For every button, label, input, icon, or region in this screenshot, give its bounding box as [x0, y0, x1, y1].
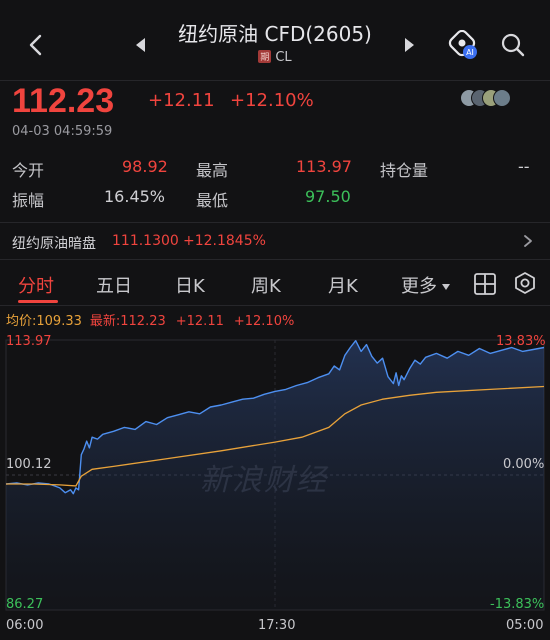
avatar — [493, 89, 511, 107]
quote-timestamp: 04-03 04:59:59 — [12, 124, 113, 139]
y-axis-min-label: 86.27 — [6, 597, 44, 612]
chevron-right-icon — [524, 235, 532, 247]
next-symbol-icon[interactable] — [402, 36, 416, 54]
low-value: 97.50 — [305, 187, 351, 206]
tab-five-day[interactable]: 五日 — [96, 272, 132, 298]
search-icon[interactable] — [499, 31, 527, 59]
price-change: +12.11 — [148, 90, 215, 111]
grid-layout-icon[interactable] — [473, 272, 497, 296]
legend-latest: 最新:112.23 — [89, 314, 166, 329]
previous-symbol-icon[interactable] — [134, 36, 148, 54]
legend-average: 均价:109.33 — [6, 314, 82, 329]
tab-more-label: 更多 — [401, 276, 437, 297]
back-arrow-icon[interactable] — [22, 30, 50, 60]
x-axis-mid-label: 17:30 — [258, 618, 296, 633]
period-tabs: 分时 五日 日K 周K 月K 更多 — [0, 262, 550, 306]
quote-summary: 112.23 +12.11 +12.10% — [0, 80, 550, 122]
y-axis-right-min-label: -13.83% — [490, 597, 545, 612]
dark-pool-percent: +12.1845% — [183, 233, 266, 249]
active-tab-indicator — [18, 300, 58, 303]
open-interest-label: 持仓量 — [380, 161, 429, 180]
stats-grid: 今开 98.92 最高 113.97 持仓量 -- 振幅 16.45% 最低 9… — [0, 150, 550, 220]
low-label: 最低 — [196, 191, 229, 210]
amplitude-label: 振幅 — [12, 191, 45, 210]
x-axis-start-label: 06:00 — [6, 618, 44, 633]
chart-legend: 均价:109.33 最新:112.23 +12.11 +12.10% — [6, 310, 294, 329]
amplitude-value: 16.45% — [104, 187, 166, 206]
y-axis-right-max-label: 13.83% — [496, 334, 546, 349]
y-axis-right-mid-label: 0.00% — [503, 457, 545, 472]
y-axis-max-label: 113.97 — [6, 334, 52, 349]
legend-percent: +12.10% — [233, 314, 295, 329]
price-change-percent: +12.10% — [230, 90, 314, 111]
open-interest-value: -- — [518, 157, 530, 176]
instrument-code-text: CL — [275, 50, 292, 65]
instrument-code: 期 CL — [150, 50, 400, 65]
caret-down-icon — [442, 284, 450, 290]
x-axis-end-label: 05:00 — [506, 618, 544, 633]
settings-icon[interactable] — [513, 271, 537, 295]
watermark-text: 新浪财经 — [200, 463, 328, 498]
divider — [0, 222, 550, 223]
tab-weekly-k[interactable]: 周K — [251, 272, 281, 298]
dark-pool-row[interactable]: 纽约原油暗盘 111.1300 +12.1845% — [0, 224, 550, 258]
legend-change: +12.11 — [175, 314, 224, 329]
tab-monthly-k[interactable]: 月K — [328, 272, 358, 298]
dark-pool-value: 111.1300 — [112, 233, 179, 249]
top-bar: 纽约原油 CFD(2605) 期 CL AI — [0, 0, 550, 80]
high-value: 113.97 — [296, 157, 352, 176]
high-label: 最高 — [196, 161, 229, 180]
y-axis-mid-label: 100.12 — [6, 457, 52, 472]
ai-assistant-icon[interactable]: AI — [448, 30, 478, 60]
open-value: 98.92 — [122, 157, 168, 176]
dark-pool-label: 纽约原油暗盘 — [12, 236, 96, 252]
last-price: 112.23 — [12, 82, 115, 120]
tab-intraday[interactable]: 分时 — [18, 272, 54, 298]
open-label: 今开 — [12, 161, 45, 180]
tab-more[interactable]: 更多 — [401, 272, 451, 298]
divider — [0, 259, 550, 260]
instrument-title: 纽约原油 CFD(2605) — [178, 22, 372, 46]
tab-daily-k[interactable]: 日K — [175, 272, 205, 298]
community-avatars[interactable] — [460, 89, 511, 109]
divider — [0, 305, 550, 306]
futures-badge: 期 — [258, 50, 272, 63]
ai-badge-text: AI — [466, 48, 474, 57]
